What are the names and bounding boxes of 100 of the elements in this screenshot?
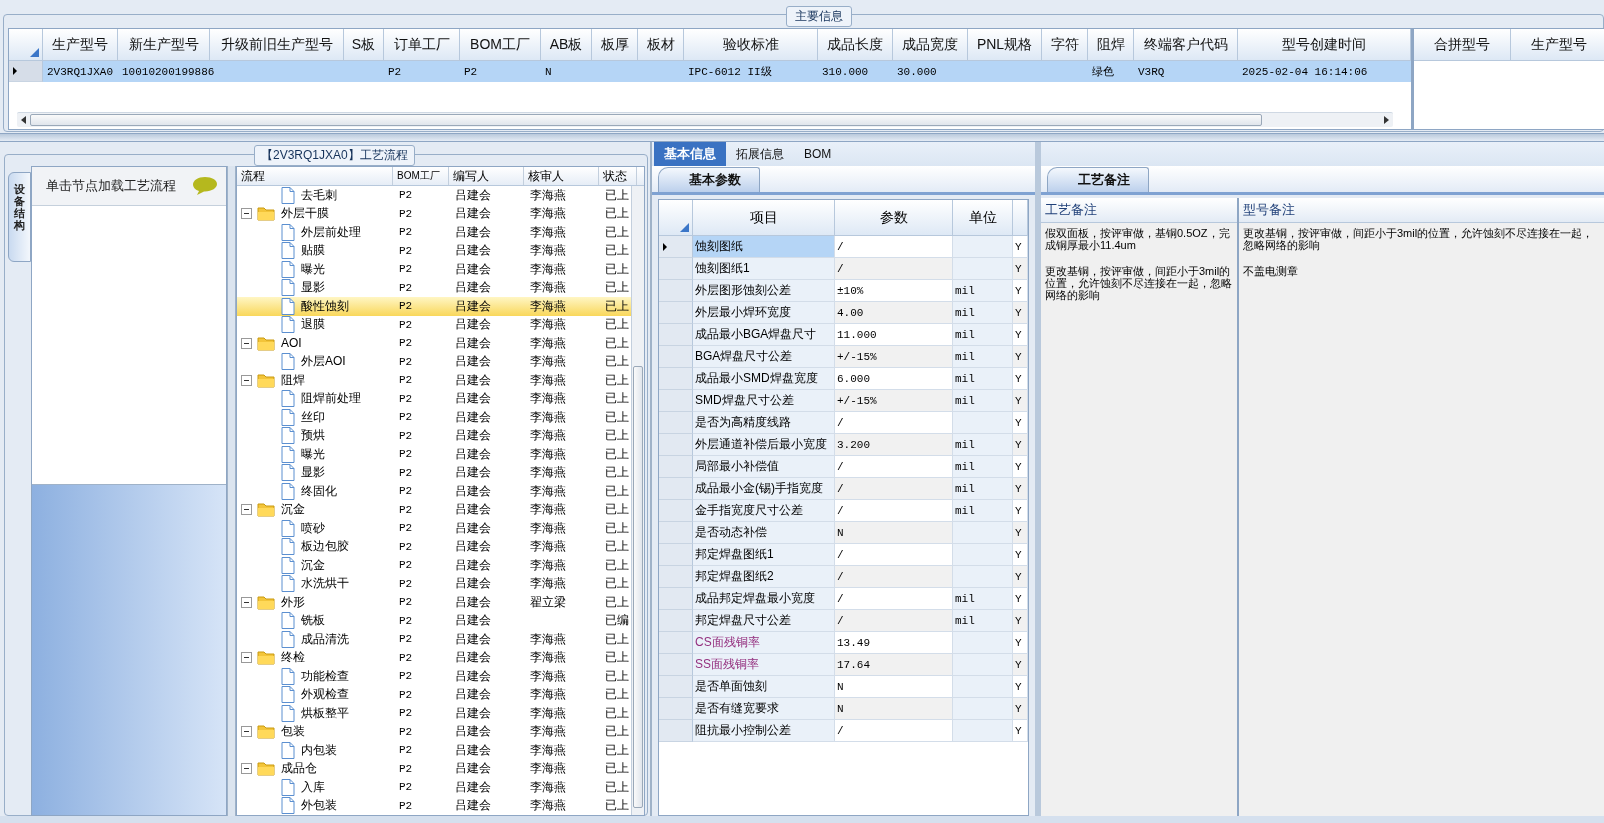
table-cell: N	[545, 65, 552, 78]
collapse-icon[interactable]	[241, 596, 252, 608]
table-cell: 已上	[605, 371, 629, 389]
tree-node[interactable]: 曝光	[298, 260, 325, 278]
tab[interactable]: 基本信息	[654, 142, 726, 166]
tree-node[interactable]: 入库	[298, 778, 325, 796]
tab[interactable]: 拓展信息	[726, 142, 794, 166]
collapse-icon[interactable]	[241, 374, 252, 386]
column-header[interactable]: 核审人	[524, 167, 599, 185]
table-cell: 已上	[605, 186, 629, 204]
tree-node[interactable]: 外包装	[298, 797, 337, 815]
folder-icon	[257, 335, 275, 351]
table-cell: 已上	[605, 649, 629, 667]
tree-node[interactable]: 沉金	[298, 556, 325, 574]
document-icon	[281, 538, 295, 556]
column-header[interactable]: 成品长度	[818, 29, 893, 61]
table-cell: 已上	[605, 316, 629, 334]
table-cell: 已上	[605, 482, 629, 500]
table-cell: P2	[399, 762, 413, 775]
horizontal-scrollbar[interactable]	[17, 112, 1393, 127]
column-header[interactable]: 合拼型号	[1414, 29, 1511, 61]
column-header[interactable]: 成品宽度	[893, 29, 968, 61]
table-cell: P2	[399, 503, 413, 516]
table-cell: 李海燕	[530, 242, 566, 260]
table-cell: 已上	[605, 260, 629, 278]
column-header[interactable]: 型号创建时间	[1238, 29, 1411, 61]
tree-node[interactable]: 功能检查	[298, 667, 349, 685]
column-header[interactable]: 流程	[237, 167, 393, 185]
tree-node[interactable]: 阻焊	[278, 371, 305, 389]
tree-node[interactable]: 外层AOI	[298, 353, 346, 371]
tree-node[interactable]: AOI	[278, 336, 302, 351]
collapse-icon[interactable]	[241, 504, 252, 516]
collapse-icon[interactable]	[241, 726, 252, 738]
column-header[interactable]: 阻焊	[1088, 29, 1134, 61]
table-cell: P2	[399, 226, 413, 239]
table-cell: mil	[953, 390, 1013, 412]
tree-node[interactable]: 曝光	[298, 445, 325, 463]
column-header[interactable]: 生产型号	[43, 29, 118, 61]
tree-node[interactable]: 阻焊前处理	[298, 390, 361, 408]
collapse-icon[interactable]	[241, 337, 252, 349]
column-header[interactable]: S板	[344, 29, 384, 61]
column-header[interactable]: 生产型号	[1511, 29, 1604, 61]
tab[interactable]: 工艺备注	[1047, 167, 1149, 192]
column-header[interactable]: 验收标准	[684, 29, 818, 61]
tree-node[interactable]: 终检	[278, 649, 305, 667]
table-cell: 310.000	[822, 65, 869, 78]
table-cell: 李海燕	[530, 464, 566, 482]
tab[interactable]: 基本参数	[658, 167, 760, 192]
tree-node[interactable]: 预烘	[298, 427, 325, 445]
column-header[interactable]: 板厚	[592, 29, 638, 61]
column-header[interactable]: 编写人	[449, 167, 524, 185]
table-cell-text: 绿色	[1092, 65, 1114, 79]
tree-node[interactable]: 外层前处理	[298, 223, 361, 241]
tree-node[interactable]: 退膜	[298, 316, 325, 334]
column-header[interactable]: 升级前旧生产型号	[210, 29, 344, 61]
tree-node[interactable]: 沉金	[278, 501, 305, 519]
tree-node[interactable]: 铣板	[298, 612, 325, 630]
table-cell: P2	[399, 651, 413, 664]
tree-node[interactable]: 板边包胶	[298, 538, 349, 556]
tree-node[interactable]: 包装	[278, 723, 305, 741]
table-cell: P2	[399, 540, 413, 553]
column-header[interactable]: 字符	[1042, 29, 1088, 61]
side-tab[interactable]: 设备结构	[8, 172, 31, 263]
table-cell: 李海燕	[530, 186, 566, 204]
table-cell: 李海燕	[530, 223, 566, 241]
tree-node[interactable]: 成品仓	[278, 760, 317, 778]
column-header[interactable]: 板材	[638, 29, 684, 61]
column-header[interactable]: BOM工厂	[393, 167, 449, 185]
table-cell: 李海燕	[530, 538, 566, 556]
column-header[interactable]: 状态	[599, 167, 637, 185]
collapse-icon[interactable]	[241, 652, 252, 664]
column-header[interactable]: BOM工厂	[460, 29, 541, 61]
vertical-scrollbar[interactable]	[631, 186, 644, 815]
tree-node[interactable]: 显影	[298, 279, 325, 297]
column-header[interactable]: 终端客户代码	[1134, 29, 1238, 61]
column-header[interactable]: 订单工厂	[384, 29, 460, 61]
tree-node[interactable]: 终固化	[298, 482, 337, 500]
tree-node[interactable]: 成品清洗	[298, 630, 349, 648]
column-header[interactable]: 新生产型号	[118, 29, 210, 61]
collapse-icon[interactable]	[241, 763, 252, 775]
tree-node[interactable]: 外观检查	[298, 686, 349, 704]
table-cell: 吕建会	[455, 630, 491, 648]
column-header[interactable]: PNL规格	[968, 29, 1042, 61]
tab[interactable]: BOM	[794, 142, 842, 166]
collapse-icon[interactable]	[241, 208, 252, 220]
tree-node[interactable]: 显影	[298, 464, 325, 482]
column-header[interactable]: AB板	[541, 29, 592, 61]
table-cell: P2	[399, 522, 413, 535]
table-cell: 李海燕	[530, 575, 566, 593]
tree-node[interactable]: 外形	[278, 593, 305, 611]
table-cell: 吕建会	[455, 723, 491, 741]
tree-node[interactable]: 去毛刺	[298, 186, 337, 204]
tree-node[interactable]: 烘板整平	[298, 704, 349, 722]
tree-node[interactable]: 外层干膜	[278, 205, 329, 223]
table-cell: 吕建会	[455, 575, 491, 593]
tree-node[interactable]: 丝印	[298, 408, 325, 426]
tree-node[interactable]: 内包装	[298, 741, 337, 759]
tree-node[interactable]: 水洗烘干	[298, 575, 349, 593]
tree-node[interactable]: 贴膜	[298, 242, 325, 260]
tree-node[interactable]: 喷砂	[298, 519, 325, 537]
